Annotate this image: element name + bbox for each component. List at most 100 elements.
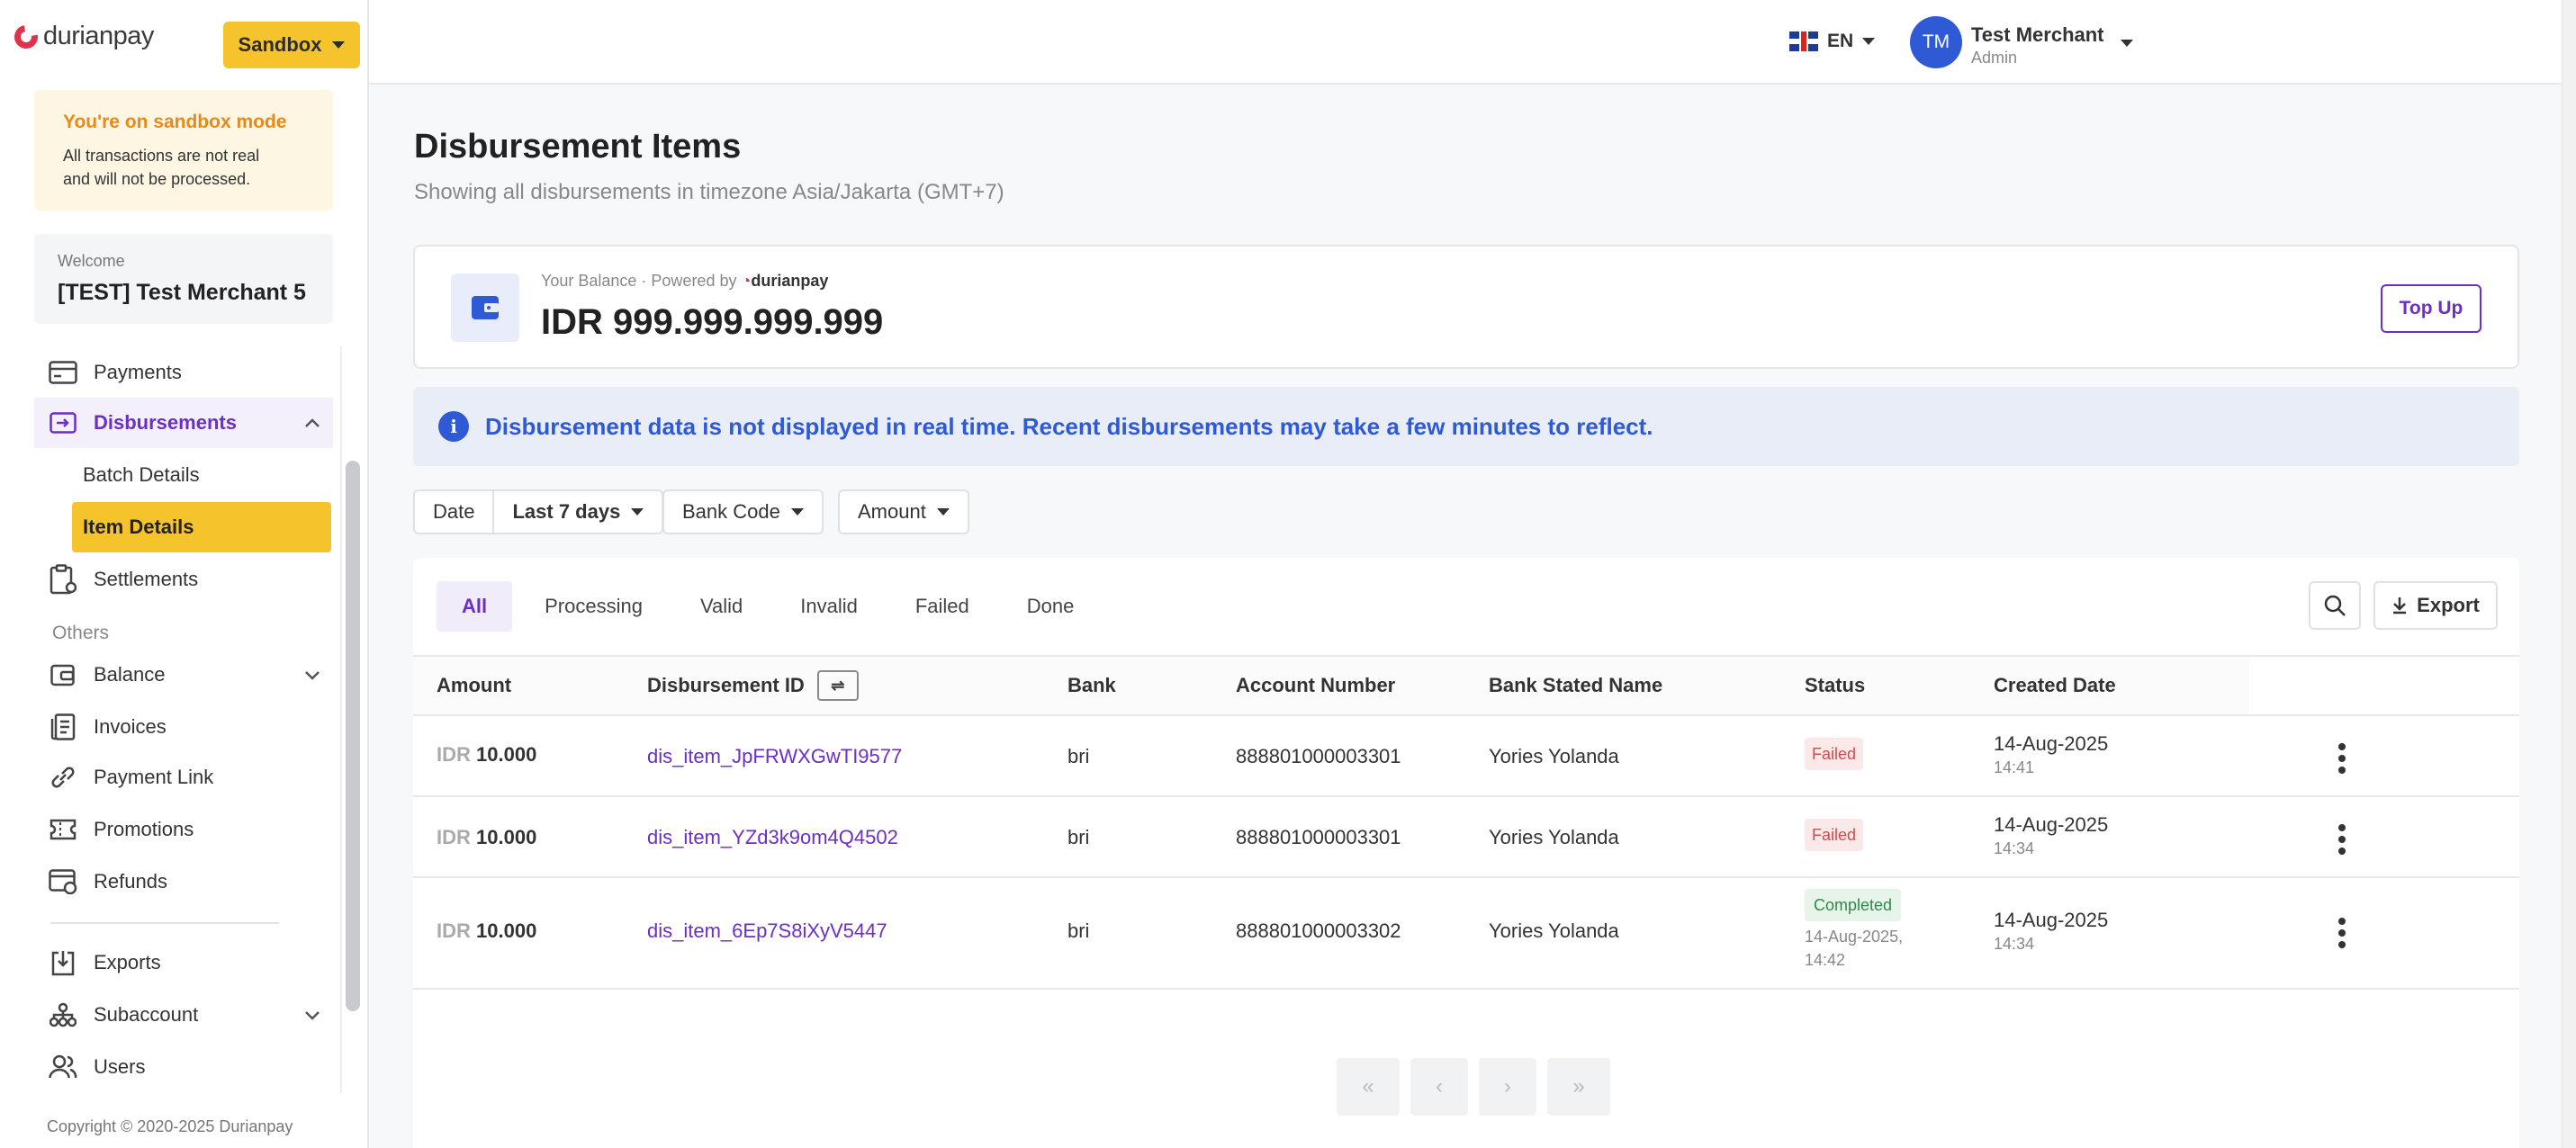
account-number-cell: 888801000003302	[1236, 919, 1401, 942]
header-disbursement-id: Disbursement ID ⇌	[647, 657, 859, 714]
sidebar-item-label: Payment Link	[94, 766, 214, 788]
sidebar-item-invoices[interactable]: Invoices	[34, 702, 333, 752]
next-page-button[interactable]: ›	[1479, 1058, 1536, 1116]
sidebar-item-exports[interactable]: Exports	[34, 937, 333, 988]
sidebar-scroll-track	[340, 346, 342, 1093]
welcome-label: Welcome	[58, 252, 125, 270]
amount-filter[interactable]: Amount	[838, 489, 969, 534]
table-row[interactable]: IDR 10.000 dis_item_YZd3k9om4Q4502 bri 8…	[413, 797, 2519, 878]
bank-stated-name-cell: Yories Yolanda	[1489, 745, 1619, 767]
header-amount: Amount	[437, 674, 512, 696]
sidebar-item-subaccount[interactable]: Subaccount	[34, 990, 333, 1040]
chevron-up-icon	[304, 413, 320, 434]
page-scrollbar[interactable]	[2562, 0, 2576, 1148]
amount-dropdown[interactable]: Amount	[840, 491, 968, 533]
status-cell: Failed	[1805, 738, 1864, 770]
bank-code-dropdown[interactable]: Bank Code	[664, 491, 822, 533]
copyright-text: Copyright © 2020-2025 Durianpay	[47, 1117, 293, 1135]
sidebar-item-refunds[interactable]: Refunds	[34, 857, 333, 907]
balance-label: Your Balance · Powered by ◔durianpay	[541, 272, 828, 291]
amount-cell: IDR 10.000	[437, 826, 536, 849]
chevron-down-icon	[304, 665, 320, 686]
row-actions-icon[interactable]	[2337, 743, 2346, 774]
user-role: Admin	[1971, 49, 2018, 67]
brand-logo[interactable]: durianpay	[9, 20, 154, 53]
table-row[interactable]: IDR 10.000 dis_item_JpFRWXGwTI9577 bri 8…	[413, 716, 2519, 797]
hierarchy-icon	[47, 1000, 79, 1030]
sidebar-item-balance[interactable]: Balance	[34, 650, 333, 700]
bank-stated-name-cell: Yories Yolanda	[1489, 826, 1619, 848]
date-filter[interactable]: Date Last 7 days	[413, 489, 664, 534]
card-icon	[47, 357, 79, 388]
bank-cell: bri	[1067, 745, 1090, 767]
sidebar-item-label: Exports	[94, 951, 161, 973]
created-date-cell: 14-Aug-2025 14:34	[1994, 909, 2108, 955]
sidebar-subitem-batch-details[interactable]: Batch Details	[72, 450, 331, 500]
created-date-cell: 14-Aug-2025 14:41	[1994, 732, 2108, 779]
prev-page-button[interactable]: ‹	[1410, 1058, 1468, 1116]
caret-down-icon	[790, 508, 804, 516]
sidebar-item-payments[interactable]: Payments	[34, 347, 333, 398]
swap-id-button[interactable]: ⇌	[816, 670, 859, 701]
amount: 10.000	[476, 743, 537, 766]
sidebar-item-payment-link[interactable]: Payment Link	[34, 752, 333, 803]
bank-code-filter[interactable]: Bank Code	[662, 489, 824, 534]
top-up-button[interactable]: Top Up	[2381, 284, 2481, 333]
language-code: EN	[1827, 31, 1854, 51]
first-page-button[interactable]: «	[1337, 1058, 1400, 1116]
uk-flag-icon	[1789, 31, 1818, 51]
sidebar-item-label: Refunds	[94, 870, 167, 892]
sidebar-section-others: Others	[52, 623, 110, 643]
sidebar-item-label: Subaccount	[94, 1003, 199, 1026]
tab-processing[interactable]: Processing	[519, 581, 668, 632]
amount-text: Amount	[858, 500, 926, 523]
environment-dropdown[interactable]: Sandbox	[223, 22, 360, 68]
tab-invalid[interactable]: Invalid	[775, 581, 883, 632]
sidebar-subitem-item-details[interactable]: Item Details	[72, 502, 331, 552]
info-banner-text: Disbursement data is not displayed in re…	[485, 412, 1653, 440]
header-created-date: Created Date	[1994, 674, 2116, 696]
sidebar-item-disbursements[interactable]: Disbursements	[34, 398, 333, 448]
date-filter-dropdown[interactable]: Last 7 days	[492, 491, 662, 533]
account-number-cell: 888801000003301	[1236, 745, 1401, 767]
welcome-card: Welcome [TEST] Test Merchant 5	[34, 234, 333, 324]
tab-all[interactable]: All	[437, 581, 513, 632]
disbursement-id-link[interactable]: dis_item_YZd3k9om4Q4502	[647, 826, 898, 849]
table-row[interactable]: IDR 10.000 dis_item_6Ep7S8iXyV5447 bri 8…	[413, 878, 2519, 990]
caret-down-icon	[332, 41, 346, 49]
row-actions-icon[interactable]	[2337, 824, 2346, 855]
sidebar-scrollbar[interactable]	[346, 461, 360, 1011]
sidebar-item-settlements[interactable]: Settlements	[34, 554, 333, 605]
created-date-cell: 14-Aug-2025 14:34	[1994, 813, 2108, 860]
tab-done[interactable]: Done	[1002, 581, 1100, 632]
sandbox-notice-line1: All transactions are not real	[63, 147, 260, 165]
wallet-icon	[451, 274, 519, 342]
sidebar-item-label: Users	[94, 1055, 146, 1078]
language-selector[interactable]: EN	[1789, 31, 1876, 52]
export-button[interactable]: Export	[2373, 581, 2498, 630]
created-time: 14:41	[1994, 758, 2035, 776]
users-icon	[47, 1052, 79, 1082]
sidebar-item-users[interactable]: Users	[34, 1042, 333, 1092]
disbursement-icon	[47, 408, 79, 438]
sidebar-item-promotions[interactable]: Promotions	[34, 804, 333, 855]
row-actions-icon[interactable]	[2337, 918, 2346, 948]
avatar[interactable]: TM	[1910, 16, 1962, 68]
user-menu-caret-icon[interactable]	[2121, 40, 2133, 47]
table-header: Amount Disbursement ID ⇌ Bank Account Nu…	[413, 655, 2519, 716]
disbursement-id-link[interactable]: dis_item_6Ep7S8iXyV5447	[647, 919, 887, 943]
search-button[interactable]	[2309, 581, 2361, 630]
created-time: 14:34	[1994, 935, 2035, 953]
tab-failed[interactable]: Failed	[890, 581, 995, 632]
tab-valid[interactable]: Valid	[675, 581, 768, 632]
top-bar	[369, 0, 2571, 85]
last-page-button[interactable]: »	[1547, 1058, 1610, 1116]
sandbox-notice: You're on sandbox mode All transactions …	[34, 90, 333, 211]
bank-code-text: Bank Code	[682, 500, 780, 523]
created-date: 14-Aug-2025	[1994, 813, 2109, 836]
disbursement-id-link[interactable]: dis_item_JpFRWXGwTI9577	[647, 745, 902, 768]
bank-cell: bri	[1067, 919, 1090, 942]
sidebar-subitem-label: Batch Details	[83, 463, 200, 486]
user-name[interactable]: Test Merchant	[1971, 23, 2104, 47]
caret-down-icon	[936, 508, 950, 516]
